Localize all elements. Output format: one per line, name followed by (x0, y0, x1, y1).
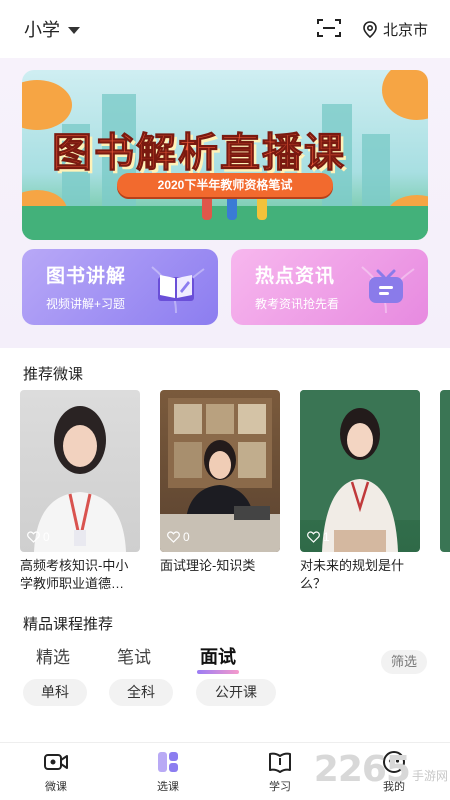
active-tab-indicator (197, 670, 239, 674)
course-thumbnail (440, 390, 450, 552)
watermark-site: 手游网 (411, 769, 448, 783)
hot-news-card[interactable]: 热点资讯 教考资讯抢先看 (231, 249, 428, 325)
banner-title-wrap: 图书解析直播课 (52, 120, 398, 176)
banner-ground (22, 206, 428, 240)
nav-label: 学习 (269, 781, 291, 793)
banner-subtitle: 2020下半年教师资格笔试 (117, 173, 333, 197)
runner-figure (227, 194, 237, 220)
location-pin-icon (363, 20, 377, 38)
likes-counter[interactable]: 0 (27, 530, 50, 544)
course-thumbnail: 0 (20, 390, 140, 552)
course-title: 高频考核知识-中小学教师职业道德… (20, 558, 129, 591)
bottom-nav: 微课 选课 学习 我的 2265 手游网 (0, 742, 450, 800)
runner-figure (257, 194, 267, 220)
scan-icon[interactable] (316, 18, 343, 40)
tab-interview[interactable]: 面试 (197, 643, 239, 674)
open-book-icon (269, 752, 291, 773)
course-thumbnail: 0 (160, 390, 280, 552)
watermark-number: 2265 (313, 749, 411, 790)
nav-label: 微课 (45, 781, 67, 793)
grade-label: 小学 (24, 20, 60, 40)
recommended-section-title: 推荐微课 (23, 366, 84, 383)
card-subtitle: 视频讲解+习题 (46, 297, 126, 311)
card-title: 图书讲解 (46, 266, 127, 287)
heart-icon (307, 531, 320, 543)
course-card[interactable]: 0 高频考核知识-中小学教师职业道德… (20, 390, 140, 593)
video-camera-icon (44, 754, 68, 770)
decor-cloud (382, 70, 428, 120)
tv-icon (369, 269, 403, 303)
course-card[interactable]: 1 对未来的规划是什么？ (300, 390, 420, 593)
heart-icon (167, 531, 180, 543)
likes-counter[interactable]: 1 (307, 530, 330, 544)
runner-figure (202, 194, 212, 220)
book-lecture-card[interactable]: 图书讲解 视频讲解+习题 (22, 249, 218, 325)
course-thumbnail: 1 (300, 390, 420, 552)
nav-item-select-course[interactable]: 选课 (138, 749, 198, 794)
course-title: 面试理论-知识类 (160, 558, 256, 573)
course-card-partial[interactable] (440, 390, 450, 552)
watermark: 2265 手游网 (314, 749, 448, 790)
premium-section-title: 精品课程推荐 (23, 616, 114, 633)
likes-counter[interactable]: 0 (167, 530, 190, 544)
likes-count: 0 (183, 530, 190, 544)
course-card[interactable]: 0 面试理论-知识类 (160, 390, 280, 575)
course-title: 对未来的规划是什么？ (300, 558, 405, 591)
card-subtitle: 教考资讯抢先看 (255, 297, 340, 311)
top-bar: 小学 北京市 (0, 0, 450, 58)
filter-button[interactable]: 筛选 (381, 650, 427, 674)
nav-item-micro-course[interactable]: 微课 (26, 749, 86, 794)
grade-selector[interactable]: 小学 (24, 16, 80, 42)
promo-banner[interactable]: 图书解析直播课 2020下半年教师资格笔试 (22, 70, 428, 240)
book-icon (158, 275, 194, 301)
nav-item-study[interactable]: 学习 (250, 749, 310, 794)
tab-written-exam[interactable]: 笔试 (117, 643, 151, 668)
chip-single-subject[interactable]: 单科 (23, 679, 87, 706)
location-label: 北京市 (382, 21, 428, 39)
caret-down-icon (68, 26, 80, 34)
heart-icon (27, 531, 40, 543)
chip-public-course[interactable]: 公开课 (196, 679, 276, 706)
tab-selected[interactable]: 精选 (36, 643, 70, 668)
likes-count: 0 (43, 530, 50, 544)
chip-all-subjects[interactable]: 全科 (109, 679, 173, 706)
tab-interview-label: 面试 (200, 647, 236, 667)
likes-count: 1 (323, 530, 330, 544)
card-title: 热点资讯 (255, 266, 336, 287)
location-selector[interactable]: 北京市 (363, 19, 428, 40)
course-grid-icon (158, 752, 178, 772)
banner-title: 图书解析直播课 (52, 131, 346, 176)
nav-label: 选课 (157, 781, 179, 793)
